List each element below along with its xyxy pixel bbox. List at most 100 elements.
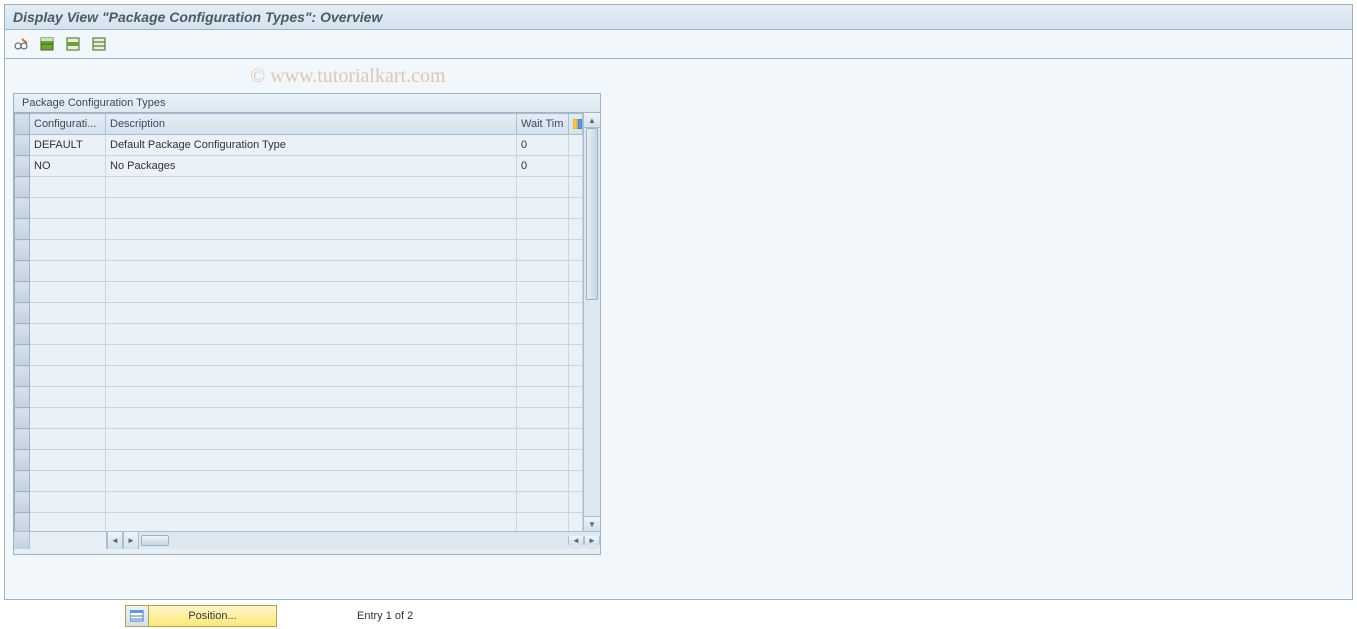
- cell-description[interactable]: [106, 366, 517, 387]
- row-selector[interactable]: [15, 450, 30, 471]
- cell-configuration[interactable]: [30, 345, 106, 366]
- cell-configuration[interactable]: [30, 198, 106, 219]
- table-row[interactable]: [15, 261, 583, 282]
- cell-description[interactable]: Default Package Configuration Type: [106, 135, 517, 156]
- horizontal-scrollbar[interactable]: ◄ ► ◄ ►: [107, 532, 600, 549]
- row-selector[interactable]: [15, 513, 30, 532]
- change-mode-button[interactable]: [11, 34, 31, 54]
- cell-configuration[interactable]: [30, 450, 106, 471]
- cell-description[interactable]: [106, 513, 517, 532]
- cell-configuration[interactable]: NO: [30, 156, 106, 177]
- row-selector[interactable]: [15, 261, 30, 282]
- row-selector[interactable]: [15, 471, 30, 492]
- select-all-button[interactable]: [37, 34, 57, 54]
- table-row[interactable]: [15, 408, 583, 429]
- cell-wait-time[interactable]: [517, 450, 569, 471]
- table-row[interactable]: [15, 219, 583, 240]
- cell-wait-time[interactable]: [517, 261, 569, 282]
- cell-description[interactable]: [106, 303, 517, 324]
- scroll-left-button[interactable]: ◄: [107, 532, 123, 549]
- row-selector[interactable]: [15, 282, 30, 303]
- cell-description[interactable]: [106, 282, 517, 303]
- row-selector[interactable]: [15, 492, 30, 513]
- cell-description[interactable]: [106, 387, 517, 408]
- table-row[interactable]: [15, 429, 583, 450]
- vertical-scroll-thumb[interactable]: [586, 128, 598, 300]
- deselect-all-button[interactable]: [89, 34, 109, 54]
- table-row[interactable]: [15, 324, 583, 345]
- cell-wait-time[interactable]: [517, 492, 569, 513]
- cell-description[interactable]: [106, 261, 517, 282]
- cell-configuration[interactable]: [30, 513, 106, 532]
- cell-wait-time[interactable]: [517, 177, 569, 198]
- cell-description[interactable]: [106, 450, 517, 471]
- cell-wait-time[interactable]: [517, 387, 569, 408]
- row-selector[interactable]: [15, 156, 30, 177]
- table-row[interactable]: [15, 450, 583, 471]
- cell-configuration[interactable]: [30, 177, 106, 198]
- table-row[interactable]: [15, 492, 583, 513]
- row-selector[interactable]: [15, 408, 30, 429]
- cell-description[interactable]: [106, 345, 517, 366]
- cell-configuration[interactable]: [30, 408, 106, 429]
- table-row[interactable]: [15, 282, 583, 303]
- cell-configuration[interactable]: [30, 429, 106, 450]
- row-selector[interactable]: [15, 303, 30, 324]
- scroll-right-end-button[interactable]: ►: [584, 536, 600, 545]
- cell-wait-time[interactable]: 0: [517, 135, 569, 156]
- select-all-header[interactable]: [15, 114, 30, 135]
- col-configuration[interactable]: Configurati...: [30, 114, 106, 135]
- row-selector[interactable]: [15, 198, 30, 219]
- table-row[interactable]: [15, 366, 583, 387]
- scroll-down-button[interactable]: ▼: [584, 516, 600, 531]
- cell-description[interactable]: [106, 240, 517, 261]
- row-selector[interactable]: [15, 387, 30, 408]
- cell-wait-time[interactable]: [517, 282, 569, 303]
- table-row[interactable]: [15, 303, 583, 324]
- cell-wait-time[interactable]: [517, 408, 569, 429]
- cell-wait-time[interactable]: [517, 324, 569, 345]
- table-row[interactable]: [15, 240, 583, 261]
- cell-configuration[interactable]: [30, 471, 106, 492]
- cell-wait-time[interactable]: [517, 240, 569, 261]
- cell-configuration[interactable]: [30, 282, 106, 303]
- cell-wait-time[interactable]: [517, 198, 569, 219]
- cell-description[interactable]: [106, 177, 517, 198]
- table-row[interactable]: [15, 345, 583, 366]
- cell-configuration[interactable]: [30, 219, 106, 240]
- cell-wait-time[interactable]: [517, 219, 569, 240]
- cell-wait-time[interactable]: [517, 303, 569, 324]
- row-selector[interactable]: [15, 345, 30, 366]
- scroll-up-button[interactable]: ▲: [584, 113, 600, 128]
- cell-wait-time[interactable]: 0: [517, 156, 569, 177]
- row-selector[interactable]: [15, 366, 30, 387]
- vertical-scrollbar[interactable]: ▲ ▼: [583, 113, 600, 531]
- table-row[interactable]: [15, 177, 583, 198]
- table-row[interactable]: [15, 471, 583, 492]
- cell-wait-time[interactable]: [517, 471, 569, 492]
- cell-configuration[interactable]: [30, 261, 106, 282]
- table-row[interactable]: NONo Packages0: [15, 156, 583, 177]
- table-row[interactable]: [15, 387, 583, 408]
- row-selector[interactable]: [15, 240, 30, 261]
- cell-configuration[interactable]: DEFAULT: [30, 135, 106, 156]
- row-selector[interactable]: [15, 324, 30, 345]
- cell-configuration[interactable]: [30, 492, 106, 513]
- cell-wait-time[interactable]: [517, 429, 569, 450]
- cell-description[interactable]: [106, 324, 517, 345]
- col-wait-time[interactable]: Wait Tim: [517, 114, 569, 135]
- scroll-right-step-button[interactable]: ►: [123, 532, 139, 549]
- scroll-left-end-button[interactable]: ◄: [568, 536, 584, 545]
- cell-wait-time[interactable]: [517, 513, 569, 532]
- cell-wait-time[interactable]: [517, 366, 569, 387]
- table-row[interactable]: DEFAULTDefault Package Configuration Typ…: [15, 135, 583, 156]
- cell-wait-time[interactable]: [517, 345, 569, 366]
- cell-description[interactable]: [106, 471, 517, 492]
- row-selector[interactable]: [15, 219, 30, 240]
- select-block-button[interactable]: [63, 34, 83, 54]
- table-row[interactable]: [15, 513, 583, 532]
- col-description[interactable]: Description: [106, 114, 517, 135]
- table-row[interactable]: [15, 198, 583, 219]
- cell-description[interactable]: [106, 198, 517, 219]
- cell-description[interactable]: [106, 219, 517, 240]
